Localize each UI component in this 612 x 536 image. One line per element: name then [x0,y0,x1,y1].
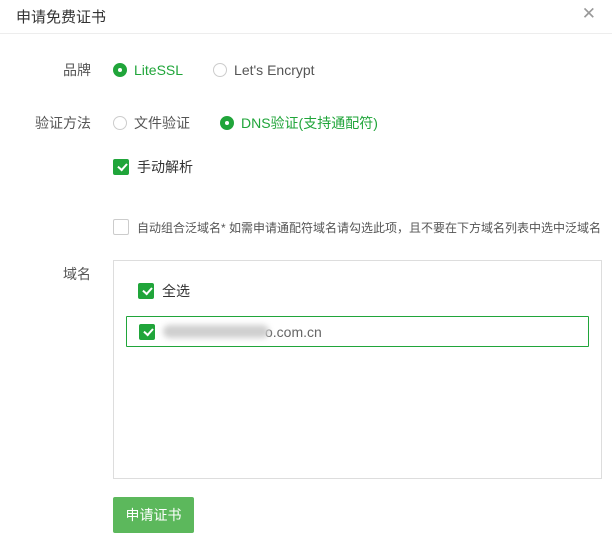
auto-wildcard-row: 自动组合泛域名* 如需申请通配符域名请勾选此项，且不要在下方域名列表中选中泛域名 [35,219,612,235]
brand-label: 品牌 [63,62,91,78]
auto-wildcard-checkbox[interactable] [113,219,129,235]
dialog-body: 品牌 LiteSSL Let's Encrypt 验证方法 文件验证 DNS验证… [0,61,612,533]
radio-file-verify[interactable]: 文件验证 [113,113,190,133]
select-all-row: 全选 [126,281,589,301]
select-all-checkbox[interactable] [138,283,154,299]
brand-row: 品牌 LiteSSL Let's Encrypt [35,61,612,79]
close-icon[interactable]: ✕ [582,5,596,22]
select-all-label[interactable]: 全选 [162,281,190,301]
radio-selected-icon [220,116,234,130]
apply-cert-button[interactable]: 申请证书 [113,497,194,533]
domain-checkbox[interactable] [139,323,155,340]
masked-domain-blur [163,325,269,338]
radio-dns-verify-label: DNS验证(支持通配符) [241,115,378,131]
radio-unselected-icon [113,116,127,130]
radio-lets-encrypt-label: Let's Encrypt [234,62,315,78]
manual-resolve-row: 手动解析 [35,158,612,176]
radio-file-verify-label: 文件验证 [134,115,190,131]
radio-lets-encrypt[interactable]: Let's Encrypt [213,62,315,78]
submit-row: 申请证书 [35,497,612,533]
radio-unselected-icon [213,63,228,77]
verify-method-options: 文件验证 DNS验证(支持通配符) [113,113,378,133]
domain-list-item[interactable]: o.com.cn [126,316,589,347]
brand-options: LiteSSL Let's Encrypt [113,62,315,78]
domain-suffix: o.com.cn [265,323,322,340]
auto-wildcard-label[interactable]: 自动组合泛域名* 如需申请通配符域名请勾选此项，且不要在下方域名列表中选中泛域名 [137,219,601,236]
manual-resolve-checkbox[interactable] [113,159,129,175]
radio-litessl[interactable]: LiteSSL [113,62,183,78]
radio-dns-verify[interactable]: DNS验证(支持通配符) [220,113,378,133]
radio-selected-icon [113,63,127,77]
radio-litessl-label: LiteSSL [134,62,184,78]
dialog-header: 申请免费证书 ✕ [0,0,612,34]
verify-method-row: 验证方法 文件验证 DNS验证(支持通配符) [35,114,612,132]
domain-list-box: 全选 o.com.cn [113,260,602,479]
domain-label: 域名 [63,266,91,282]
apply-free-cert-dialog: 申请免费证书 ✕ 品牌 LiteSSL Let's Encrypt 验证方法 文… [0,0,612,536]
dialog-title: 申请免费证书 [16,9,107,26]
verify-method-label: 验证方法 [35,115,91,131]
manual-resolve-label[interactable]: 手动解析 [137,157,193,177]
domain-row: 域名 全选 o.com.cn [35,260,612,479]
domain-name: o.com.cn [163,324,322,340]
